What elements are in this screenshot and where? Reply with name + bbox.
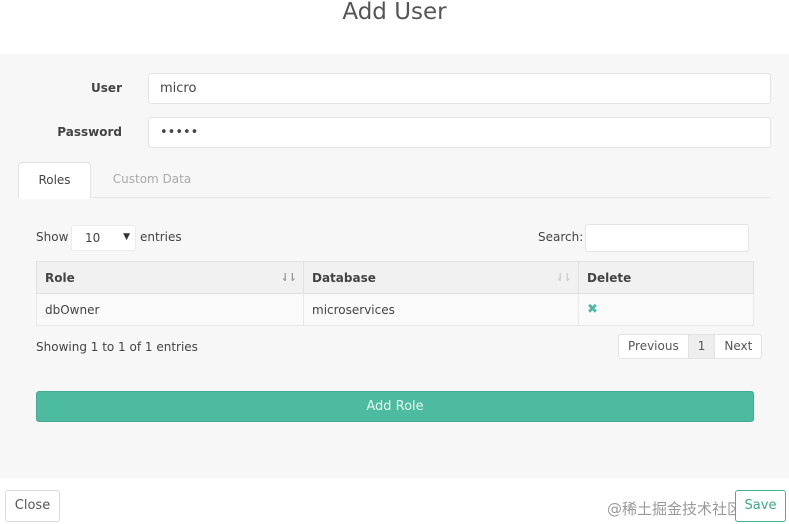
password-label: Password (57, 125, 122, 139)
tab-custom-data[interactable]: Custom Data (103, 162, 201, 199)
modal-body: User Password Roles Custom Data Show 10 … (0, 54, 789, 478)
tab-roles[interactable]: Roles (18, 162, 91, 199)
column-header-delete: Delete (578, 261, 754, 294)
roles-table: Role ⇃⇂ Database ⇃⇂ Delete dbOwner micro… (36, 261, 754, 326)
pagination: Previous 1 Next (618, 334, 763, 359)
show-label: Show (36, 230, 69, 244)
sort-desc-icon: ⇃⇂ (280, 271, 298, 284)
entries-label: entries (140, 230, 182, 244)
entries-select[interactable]: 10 ▼ (71, 225, 136, 251)
modal-footer: Close @稀土掘金技术社区 Save (0, 478, 789, 524)
column-header-database[interactable]: Database ⇃⇂ (303, 261, 579, 294)
chevron-down-icon: ▼ (123, 232, 130, 242)
page-title: Add User (342, 0, 447, 25)
add-role-button[interactable]: Add Role (36, 391, 754, 422)
pagination-next[interactable]: Next (715, 335, 761, 358)
sort-icon: ⇃⇂ (555, 271, 573, 284)
password-input[interactable] (148, 117, 771, 148)
user-label: User (91, 81, 122, 95)
column-header-database-label: Database (312, 270, 376, 285)
delete-icon[interactable]: ✖ (587, 302, 598, 317)
search-label: Search: (538, 230, 584, 244)
pagination-page-1[interactable]: 1 (687, 335, 716, 358)
cell-database: microservices (303, 293, 579, 326)
table-info: Showing 1 to 1 of 1 entries (36, 340, 198, 354)
watermark: @稀土掘金技术社区 (607, 500, 743, 518)
cell-role: dbOwner (36, 293, 304, 326)
entries-select-value: 10 (85, 231, 101, 245)
table-row: dbOwner microservices ✖ (36, 293, 754, 326)
user-input[interactable] (148, 73, 771, 104)
pagination-previous[interactable]: Previous (619, 335, 688, 358)
search-input[interactable] (585, 224, 749, 252)
tab-bar: Roles Custom Data (18, 162, 771, 199)
save-button[interactable]: Save (735, 490, 786, 522)
close-button[interactable]: Close (5, 490, 60, 522)
cell-delete: ✖ (578, 293, 754, 326)
column-header-role[interactable]: Role ⇃⇂ (36, 261, 304, 294)
column-header-role-label: Role (45, 270, 75, 285)
modal-header: Add User (0, 0, 789, 54)
column-header-delete-label: Delete (587, 270, 632, 285)
table-header-row: Role ⇃⇂ Database ⇃⇂ Delete (36, 261, 754, 294)
